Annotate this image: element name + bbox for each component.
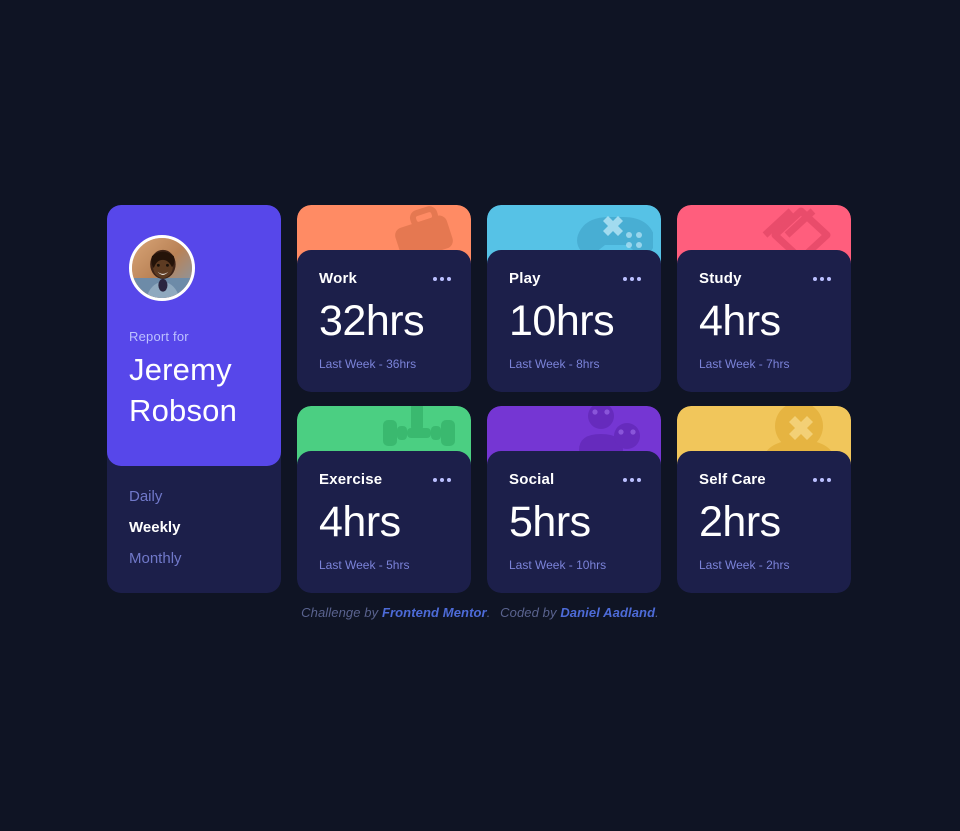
frontend-mentor-link[interactable]: Frontend Mentor xyxy=(382,605,487,620)
profile-name-first: Jeremy xyxy=(129,352,232,387)
stat-hours-self-care: 2hrs xyxy=(699,498,781,546)
stat-body-self-care: Self Care 2hrs Last Week - 2hrs xyxy=(677,451,851,593)
stat-title-study: Study xyxy=(699,270,742,287)
stat-card-study[interactable]: Study 4hrs Last Week - 7hrs xyxy=(677,205,851,392)
stat-card-social[interactable]: Social 5hrs Last Week - 10hrs xyxy=(487,406,661,593)
report-for-label: Report for xyxy=(129,329,189,344)
stat-previous-self-care: Last Week - 2hrs xyxy=(699,558,790,572)
stat-previous-play: Last Week - 8hrs xyxy=(509,357,600,371)
stat-body-work: Work 32hrs Last Week - 36hrs xyxy=(297,250,471,392)
avatar-photo xyxy=(132,238,192,298)
stat-body-exercise: Exercise 4hrs Last Week - 5hrs xyxy=(297,451,471,593)
attribution: Challenge by Frontend Mentor. Coded by D… xyxy=(107,605,853,620)
ellipsis-icon[interactable] xyxy=(423,474,451,486)
attribution-coded-prefix: Coded by xyxy=(500,605,557,620)
stat-hours-social: 5hrs xyxy=(509,498,591,546)
stat-head-study: Study xyxy=(699,270,831,287)
period-weekly[interactable]: Weekly xyxy=(129,519,259,536)
period-daily[interactable]: Daily xyxy=(129,488,259,505)
author-link[interactable]: Daniel Aadland xyxy=(560,605,655,620)
stat-body-social: Social 5hrs Last Week - 10hrs xyxy=(487,451,661,593)
stat-title-play: Play xyxy=(509,270,541,287)
stat-title-exercise: Exercise xyxy=(319,471,383,488)
app-root: Report for Jeremy Robson Daily Weekly Mo… xyxy=(0,0,960,831)
stat-card-play[interactable]: Play 10hrs Last Week - 8hrs xyxy=(487,205,661,392)
period-selector: Daily Weekly Monthly xyxy=(107,466,281,593)
stat-body-study: Study 4hrs Last Week - 7hrs xyxy=(677,250,851,392)
stat-card-exercise[interactable]: Exercise 4hrs Last Week - 5hrs xyxy=(297,406,471,593)
stat-head-social: Social xyxy=(509,471,641,488)
dashboard: Report for Jeremy Robson Daily Weekly Mo… xyxy=(107,205,853,620)
period-monthly[interactable]: Monthly xyxy=(129,550,259,567)
stat-title-work: Work xyxy=(319,270,358,287)
ellipsis-icon[interactable] xyxy=(803,273,831,285)
stat-card-work[interactable]: Work 32hrs Last Week - 36hrs xyxy=(297,205,471,392)
ellipsis-icon[interactable] xyxy=(613,273,641,285)
profile-header: Report for Jeremy Robson xyxy=(107,205,281,466)
stat-hours-exercise: 4hrs xyxy=(319,498,401,546)
stat-hours-study: 4hrs xyxy=(699,297,781,345)
profile-name-last: Robson xyxy=(129,392,238,428)
stat-head-work: Work xyxy=(319,270,451,287)
stat-head-play: Play xyxy=(509,270,641,287)
attribution-challenge-prefix: Challenge by xyxy=(301,605,379,620)
stat-title-social: Social xyxy=(509,471,555,488)
cards-grid: Report for Jeremy Robson Daily Weekly Mo… xyxy=(107,205,853,593)
attribution-coded-suffix: . xyxy=(655,605,659,620)
stat-hours-play: 10hrs xyxy=(509,297,615,345)
stat-previous-social: Last Week - 10hrs xyxy=(509,558,607,572)
avatar xyxy=(129,235,195,301)
stat-card-self-care[interactable]: Self Care 2hrs Last Week - 2hrs xyxy=(677,406,851,593)
attribution-challenge-suffix: . xyxy=(486,605,491,620)
stat-previous-exercise: Last Week - 5hrs xyxy=(319,558,410,572)
ellipsis-icon[interactable] xyxy=(613,474,641,486)
stat-head-self-care: Self Care xyxy=(699,471,831,488)
profile-name: Jeremy Robson xyxy=(129,350,259,432)
stat-title-self-care: Self Care xyxy=(699,471,766,488)
stat-body-play: Play 10hrs Last Week - 8hrs xyxy=(487,250,661,392)
ellipsis-icon[interactable] xyxy=(423,273,451,285)
stat-previous-work: Last Week - 36hrs xyxy=(319,357,417,371)
ellipsis-icon[interactable] xyxy=(803,474,831,486)
profile-card: Report for Jeremy Robson Daily Weekly Mo… xyxy=(107,205,281,593)
stat-previous-study: Last Week - 7hrs xyxy=(699,357,790,371)
stat-head-exercise: Exercise xyxy=(319,471,451,488)
stat-hours-work: 32hrs xyxy=(319,297,425,345)
